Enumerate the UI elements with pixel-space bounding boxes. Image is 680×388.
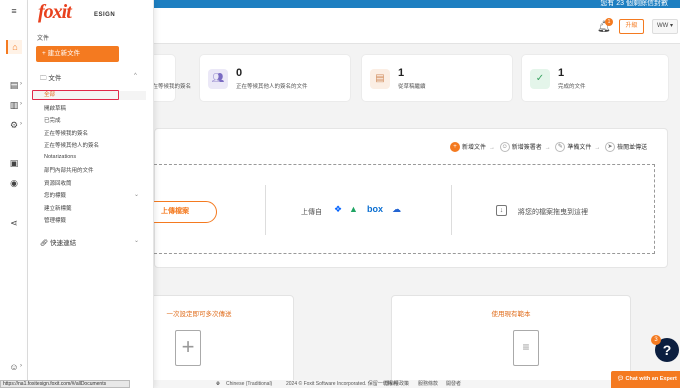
step-label: 檢閱並傳送 — [617, 145, 648, 151]
chevron-up-icon[interactable]: ^ — [134, 73, 137, 79]
add-document-icon: + — [175, 330, 201, 366]
step-label: 新增簽署者 — [511, 145, 542, 151]
dropbox-icon[interactable]: ❖ — [334, 204, 342, 215]
chevron-down-icon[interactable]: ⌄ — [134, 191, 139, 198]
step-label: 新增文件 — [462, 145, 487, 151]
language-selector[interactable]: Chinese (Traditional) — [226, 380, 272, 388]
link-url-tooltip: https://na1.foxitesign.foxit.com/#/allDo… — [0, 380, 130, 388]
nav-item-waiting-for-me[interactable]: 正在等候我的簽名 — [44, 129, 88, 137]
nav-item-waiting-for-others[interactable]: 正在等候其他人的簽名 — [44, 141, 99, 149]
selection-highlight — [32, 90, 119, 100]
home-icon[interactable]: ⌂ — [6, 40, 22, 54]
card-title: 使用現有範本 — [491, 311, 531, 318]
envelope-count-text: 您有 23 個剩餘信封數 — [600, 0, 668, 7]
nav-item-completed[interactable]: 已完成 — [44, 116, 61, 124]
integrations-icon[interactable]: ⋖ — [6, 216, 22, 230]
terms-link[interactable]: 服務條款 — [418, 380, 438, 388]
stat-card-drafts[interactable]: ▤ 1 從草稿繼續 — [361, 54, 513, 102]
record-icon[interactable]: ◉ — [6, 176, 22, 190]
nav-item-manage-tags[interactable]: 管理標籤 — [44, 216, 66, 224]
template-document-icon: ≡ — [513, 330, 539, 366]
stat-card-waiting-for-others[interactable]: 👥︎ 0 正在等候其他人的簽名的文件 — [199, 54, 351, 102]
draft-document-icon: ▤ — [370, 69, 390, 89]
chat-with-expert-button[interactable]: 💬︎ Chat with an Expert — [611, 371, 680, 388]
user-initials: WW — [656, 23, 669, 29]
add-signer-step-icon: ☺ — [499, 142, 510, 153]
drawer-section-title: 文件 — [37, 36, 50, 42]
copyright-text: 2024 © Foxit Software Incorporated. 保留一切… — [286, 381, 398, 387]
nav-item-shared-department[interactable]: 部門內部共用的文件 — [44, 166, 94, 174]
hamburger-menu-icon[interactable]: ≡ — [6, 4, 22, 18]
documents-group-toggle[interactable]: 🗀︎ 文件 — [40, 72, 61, 85]
nav-item-recycle-bin[interactable]: 資源回收筒 — [44, 179, 72, 187]
chevron-right-icon: › — [20, 101, 22, 107]
developer-link[interactable]: 開發者 — [446, 380, 461, 388]
documents-group-label: 文件 — [48, 75, 62, 82]
chevron-right-icon: › — [20, 121, 22, 127]
foxit-logo: foxit — [38, 1, 72, 23]
bulk-send-icon[interactable]: ▣ — [6, 156, 22, 170]
chevron-right-icon: › — [20, 81, 22, 87]
globe-icon: 🌐︎ — [216, 381, 221, 387]
footer-bar: 🌐︎ Chinese (Traditional) 2024 © Foxit So… — [154, 380, 680, 388]
nav-item-notarizations[interactable]: Notarizations — [44, 154, 76, 160]
upload-file-button[interactable]: 上傳檔案 — [144, 201, 217, 223]
folder-icon: 🗀︎ — [40, 75, 47, 82]
notification-badge: 1 — [605, 18, 613, 26]
stat-card-completed[interactable]: ✓ 1 完成的文件 — [521, 54, 669, 102]
quick-links-toggle[interactable]: 🔗︎ 快速連結 — [40, 237, 76, 247]
new-document-panel: + 新增文件 → ☺ 新增簽署者 → ✎ 準備文件 → ➤ 檢閱並傳送 上傳檔案 上傳自 ❖ … — [144, 128, 668, 268]
onedrive-icon[interactable]: ☁ — [392, 204, 401, 215]
chat-badge: 3 — [651, 335, 661, 345]
drag-file-icon: ↓ — [496, 205, 507, 216]
stat-count: 0 — [236, 67, 243, 79]
workflow-steps: + 新增文件 → ☺ 新增簽署者 → ✎ 準備文件 → ➤ 檢閱並傳送 — [450, 142, 648, 153]
privacy-link[interactable]: 隱私權政策 — [384, 380, 409, 388]
chevron-down-icon[interactable]: ⌄ — [134, 237, 139, 244]
upgrade-button[interactable]: 升級 — [619, 19, 644, 34]
link-icon: 🔗︎ — [40, 240, 49, 247]
icon-rail: ≡ ⌂ ▤ › ▥ › ⚙ › ▣ ◉ ⋖ ☺ › — [0, 0, 28, 388]
box-icon[interactable]: box — [367, 204, 383, 214]
step-label: 準備文件 — [567, 145, 592, 151]
nav-item-drafts[interactable]: 開啟草稿 — [44, 104, 66, 112]
divider — [451, 185, 452, 235]
stat-count: 1 — [398, 67, 405, 79]
quick-links-label: 快速連結 — [50, 240, 77, 247]
stat-label: 正在等候其他人的簽名的文件 — [236, 84, 308, 90]
upload-from-label: 上傳自 — [301, 209, 322, 216]
divider — [265, 185, 266, 235]
google-drive-icon[interactable]: ▲ — [349, 204, 358, 214]
people-icon: 👥︎ — [208, 69, 228, 89]
app-header: 🔔︎ 1 升級 WW ▾ — [154, 8, 680, 44]
use-template-card[interactable]: 使用現有範本 ≡ — [391, 295, 631, 388]
nav-item-your-tags[interactable]: 您的標籤 — [44, 191, 66, 199]
nav-item-create-tag[interactable]: 建立新標籤 — [44, 204, 72, 212]
stat-count: 1 — [558, 67, 565, 79]
file-dropzone[interactable]: 上傳檔案 上傳自 ❖ ▲ box ☁ ↓ 將您的檔案拖曳到這裡 — [144, 164, 655, 254]
chat-button-label: Chat with an Expert — [625, 376, 677, 382]
stat-label: 完成的文件 — [558, 84, 586, 90]
user-menu-button[interactable]: WW ▾ — [652, 19, 678, 34]
add-document-step-icon: + — [450, 142, 460, 153]
checkmark-icon: ✓ — [530, 69, 550, 89]
drag-drop-label: 將您的檔案拖曳到這裡 — [518, 209, 588, 216]
stat-label: 從草稿繼續 — [398, 84, 426, 90]
prepare-step-icon: ✎ — [555, 142, 566, 153]
create-new-document-button[interactable]: + 建立新文件 — [36, 46, 119, 62]
review-send-step-icon: ➤ — [605, 142, 616, 153]
chevron-right-icon: › — [20, 363, 22, 369]
esign-logo-text: ESIGN — [94, 12, 116, 18]
navigation-drawer: foxit ESIGN 文件 + 建立新文件 🗀︎ 文件 ^ 全部 開啟草稿 已… — [28, 0, 154, 388]
